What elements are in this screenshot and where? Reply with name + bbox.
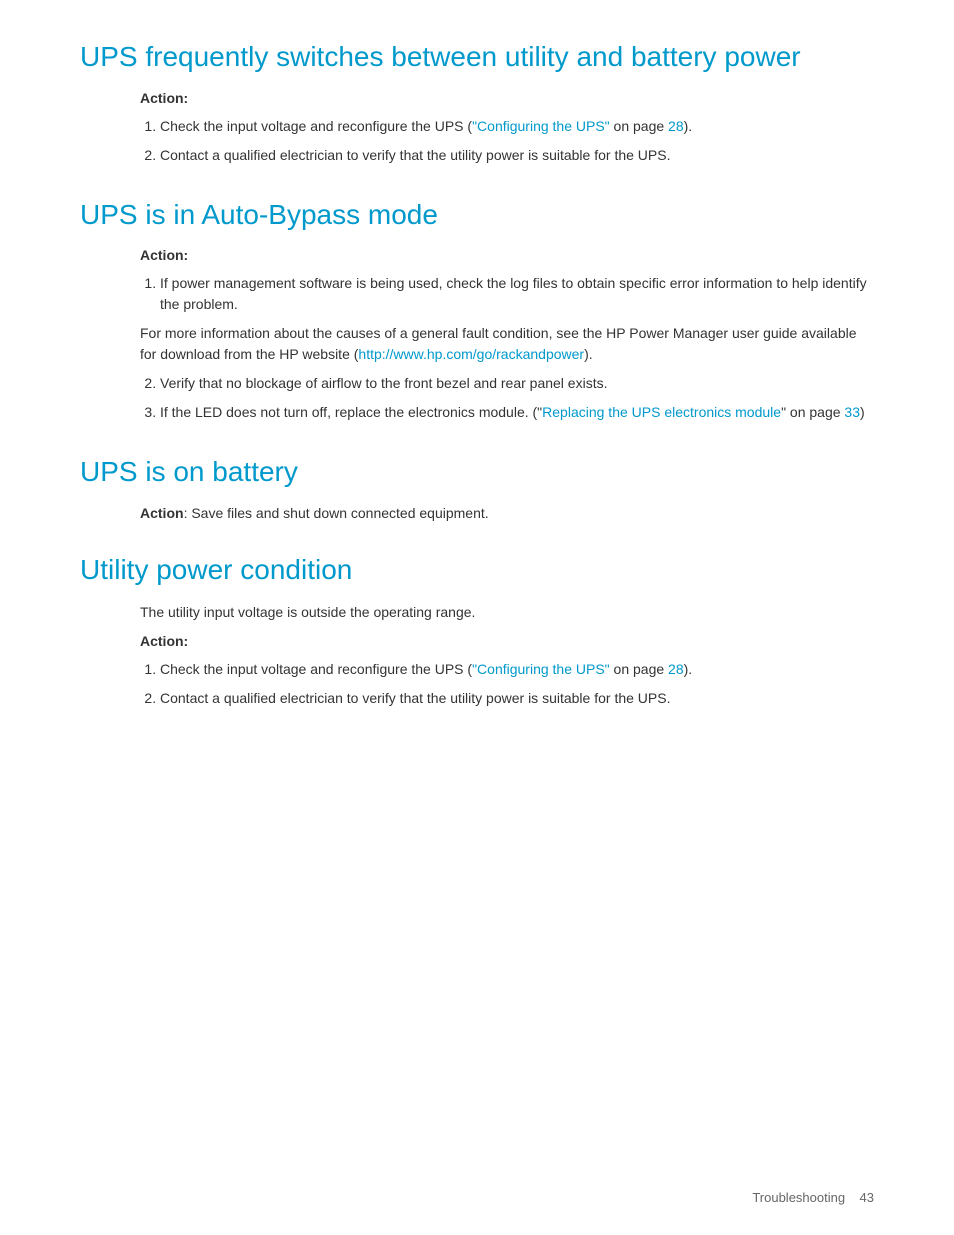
list-item-text: If the LED does not turn off, replace th… <box>160 404 865 420</box>
list-item-text: If power management software is being us… <box>160 275 867 312</box>
list-item-text: Contact a qualified electrician to verif… <box>160 147 670 163</box>
page-link-28-1[interactable]: 28 <box>668 118 684 134</box>
section-on-battery-title: UPS is on battery <box>80 455 874 489</box>
section-switches: UPS frequently switches between utility … <box>80 40 874 166</box>
section-on-battery: UPS is on battery Action: Save files and… <box>80 455 874 521</box>
section-utility-power-action-label: Action: <box>140 633 874 649</box>
action-bold-label: Action <box>140 505 184 521</box>
configuring-ups-link-2[interactable]: "Configuring the UPS" <box>472 661 610 677</box>
footer-label: Troubleshooting <box>752 1190 845 1205</box>
section-auto-bypass-action-label: Action: <box>140 247 874 263</box>
hp-website-link[interactable]: http://www.hp.com/go/rackandpower <box>358 346 584 362</box>
section-switches-title: UPS frequently switches between utility … <box>80 40 874 74</box>
list-item: Check the input voltage and reconfigure … <box>160 116 874 137</box>
section-auto-bypass: UPS is in Auto-Bypass mode Action: If po… <box>80 198 874 424</box>
configuring-ups-link-1[interactable]: "Configuring the UPS" <box>472 118 610 134</box>
footer-page-number: 43 <box>860 1190 874 1205</box>
section-switches-action-label: Action: <box>140 90 874 106</box>
sub-paragraph: For more information about the causes of… <box>140 323 874 365</box>
page-link-28-2[interactable]: 28 <box>668 661 684 677</box>
section-auto-bypass-list: If power management software is being us… <box>160 273 874 423</box>
list-item-text: Verify that no blockage of airflow to th… <box>160 375 607 391</box>
list-item: If the LED does not turn off, replace th… <box>160 402 874 423</box>
section-on-battery-action: Action: Save files and shut down connect… <box>140 505 874 521</box>
list-item-text: Check the input voltage and reconfigure … <box>160 118 692 134</box>
replacing-ups-link[interactable]: Replacing the UPS electronics module <box>542 404 781 420</box>
section-auto-bypass-title: UPS is in Auto-Bypass mode <box>80 198 874 232</box>
list-item-text: Check the input voltage and reconfigure … <box>160 661 692 677</box>
list-item-text: Contact a qualified electrician to verif… <box>160 690 670 706</box>
list-item: Contact a qualified electrician to verif… <box>160 145 874 166</box>
page-footer: Troubleshooting 43 <box>752 1190 874 1205</box>
action-text: : Save files and shut down connected equ… <box>184 505 489 521</box>
list-item: Contact a qualified electrician to verif… <box>160 688 874 709</box>
section-utility-power: Utility power condition The utility inpu… <box>80 553 874 710</box>
page-link-33[interactable]: 33 <box>844 404 860 420</box>
list-item: If power management software is being us… <box>160 273 874 365</box>
list-item: Check the input voltage and reconfigure … <box>160 659 874 680</box>
section-utility-power-title: Utility power condition <box>80 553 874 587</box>
list-item: Verify that no blockage of airflow to th… <box>160 373 874 394</box>
section-utility-power-list: Check the input voltage and reconfigure … <box>160 659 874 709</box>
section-switches-list: Check the input voltage and reconfigure … <box>160 116 874 166</box>
utility-power-description: The utility input voltage is outside the… <box>140 602 874 623</box>
